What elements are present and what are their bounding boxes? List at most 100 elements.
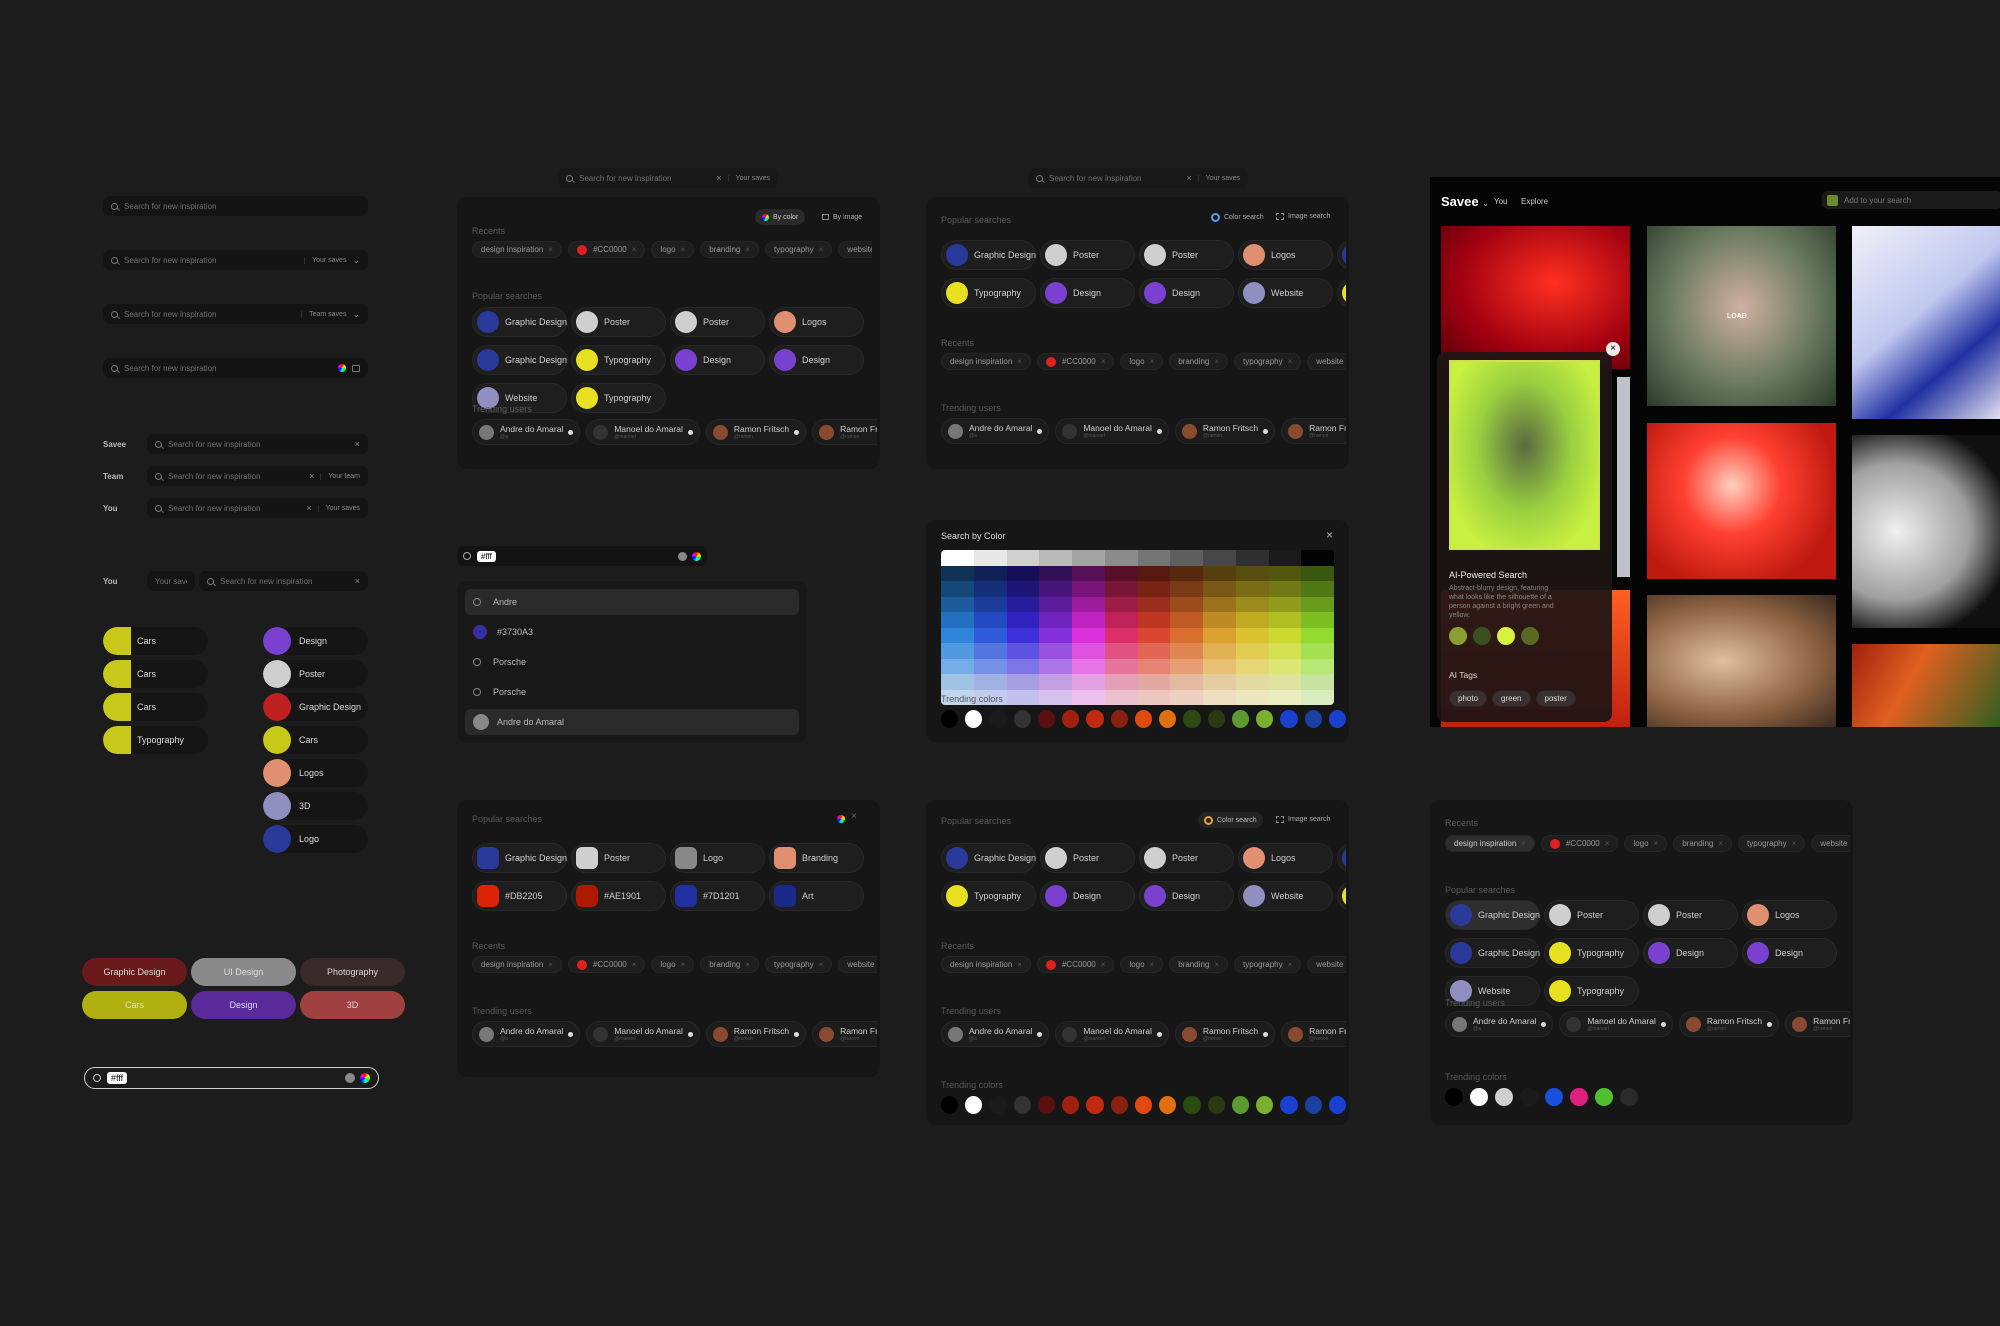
recent-tag[interactable]: branding × <box>1673 835 1733 852</box>
search-bar-color-image[interactable]: Search for new inspiration <box>103 358 368 378</box>
palette-cell[interactable] <box>1039 565 1072 581</box>
color-swatch[interactable] <box>989 710 1007 728</box>
by-color-toggle[interactable]: By color <box>755 209 806 225</box>
close-icon[interactable]: × <box>716 173 721 183</box>
popular-pill[interactable]: Poster <box>571 307 666 337</box>
palette-cell[interactable] <box>1072 596 1105 612</box>
palette-cell[interactable] <box>1301 627 1334 643</box>
suggestion-item[interactable]: #3730A3 <box>465 619 799 645</box>
side-chip[interactable]: Logos <box>263 759 368 787</box>
palette-cell[interactable] <box>1301 658 1334 674</box>
palette-cell[interactable] <box>941 643 974 659</box>
palette-cell[interactable] <box>1104 565 1138 581</box>
palette-cell[interactable] <box>1268 550 1302 566</box>
popular-pill[interactable]: Typography <box>571 383 666 413</box>
palette-cell[interactable] <box>973 674 1007 690</box>
color-swatch[interactable] <box>1445 1088 1463 1106</box>
palette-cell[interactable] <box>1203 643 1236 659</box>
palette-cell[interactable] <box>1006 627 1040 643</box>
search-bar-basic[interactable]: Search for new inspiration <box>103 196 368 216</box>
search-bar-savee[interactable]: Search for new inspiration × <box>147 434 368 454</box>
by-image-toggle[interactable]: By image <box>822 209 862 225</box>
close-icon[interactable]: × <box>819 960 824 969</box>
recent-tag[interactable]: typography × <box>1234 956 1302 973</box>
scope-dropdown[interactable]: Your saves <box>1197 174 1240 182</box>
ai-tag[interactable]: green <box>1492 690 1531 707</box>
palette-cell[interactable] <box>1072 689 1105 705</box>
user-chip[interactable]: Manoel do Amaral @manoel <box>1055 418 1169 444</box>
palette-cell[interactable] <box>1137 689 1171 705</box>
palette-cell[interactable] <box>1203 658 1236 674</box>
palette-cell[interactable] <box>1268 689 1302 705</box>
palette-cell[interactable] <box>941 550 974 566</box>
popular-pill[interactable]: Typography <box>941 278 1036 308</box>
side-chip[interactable]: Cars <box>103 660 208 688</box>
color-swatch[interactable] <box>1595 1088 1613 1106</box>
palette-cell[interactable] <box>973 643 1007 659</box>
color-swatch[interactable] <box>941 1096 959 1114</box>
color-wheel-icon[interactable] <box>338 364 346 372</box>
palette-cell[interactable] <box>1137 627 1171 643</box>
side-chip[interactable]: Design <box>263 627 368 655</box>
ai-tag[interactable]: photo <box>1449 690 1488 707</box>
palette-cell[interactable] <box>941 565 974 581</box>
popular-pill[interactable]: Poster <box>1139 843 1234 873</box>
search-bar-your-saves[interactable]: Search for new inspiration Your saves ⌄ <box>103 250 368 270</box>
side-chip[interactable]: 3D <box>263 792 368 820</box>
image-red-silhouette[interactable] <box>1441 226 1630 369</box>
popular-pill[interactable]: Graphic Design <box>941 240 1036 270</box>
palette-cell[interactable] <box>1039 550 1072 566</box>
recent-tag[interactable]: typography × <box>1738 835 1806 852</box>
search-bar-you[interactable]: Search for new inspiration × Your saves <box>147 498 368 518</box>
palette-cell[interactable] <box>1072 658 1105 674</box>
color-palette-grid[interactable] <box>941 550 1334 705</box>
color-swatch[interactable] <box>1256 710 1274 728</box>
close-icon[interactable]: × <box>306 503 311 513</box>
recent-tag[interactable]: design inspiration × <box>941 353 1031 370</box>
recent-tag[interactable]: logo × <box>651 956 695 973</box>
palette-cell[interactable] <box>1170 658 1203 674</box>
close-icon[interactable]: × <box>819 245 824 254</box>
palette-cell[interactable] <box>1301 643 1334 659</box>
big-chip[interactable]: Photography <box>300 958 405 986</box>
palette-cell[interactable] <box>1301 581 1334 597</box>
color-swatch[interactable] <box>1183 710 1201 728</box>
popular-pill[interactable]: Poster <box>1040 843 1135 873</box>
palette-cell[interactable] <box>1203 627 1236 643</box>
close-icon[interactable]: × <box>1214 357 1219 366</box>
color-swatch[interactable] <box>1086 710 1104 728</box>
close-icon[interactable]: × <box>1326 528 1333 542</box>
recent-tag[interactable]: branding × <box>700 956 760 973</box>
palette-cell[interactable] <box>941 596 974 612</box>
palette-cell[interactable] <box>1301 550 1334 566</box>
palette-cell[interactable] <box>1235 596 1269 612</box>
recent-tag[interactable]: #CC0000 × <box>567 956 646 973</box>
user-chip[interactable]: Ramon Fritsch@ramon <box>705 419 807 445</box>
popular-pill[interactable]: Poster <box>670 307 765 337</box>
popular-pill[interactable]: Website <box>1238 881 1333 911</box>
image-search-icon[interactable] <box>352 364 360 372</box>
popular-color-pill[interactable]: #7D1201 <box>670 881 765 911</box>
popular-pill[interactable]: Poster <box>1040 240 1135 270</box>
close-icon[interactable]: × <box>745 245 750 254</box>
popular-color-pill[interactable]: Branding <box>769 843 864 873</box>
user-chip[interactable]: Ramon Fritsch@ramon <box>705 1021 807 1047</box>
close-icon[interactable]: × <box>681 960 686 969</box>
scope-dropdown[interactable]: Your team <box>320 472 360 480</box>
palette-cell[interactable] <box>1104 689 1138 705</box>
palette-cell[interactable] <box>1072 565 1105 581</box>
recent-tag[interactable]: design inspiration × <box>941 956 1031 973</box>
palette-cell[interactable] <box>1268 658 1302 674</box>
popular-pill[interactable]: Typography <box>1337 881 1346 911</box>
color-swatch[interactable] <box>941 710 959 728</box>
palette-cell[interactable] <box>1039 627 1072 643</box>
side-chip[interactable]: Cars <box>103 627 208 655</box>
close-icon[interactable]: × <box>681 245 686 254</box>
recent-tag[interactable]: website× <box>838 956 877 973</box>
recent-tag[interactable]: branding × <box>700 241 760 258</box>
palette-cell[interactable] <box>1203 674 1236 690</box>
close-icon[interactable]: × <box>309 471 314 481</box>
popular-pill[interactable]: Graphic Design <box>1445 900 1540 930</box>
palette-cell[interactable] <box>1268 627 1302 643</box>
image-search-toggle[interactable]: Image search <box>1276 213 1330 220</box>
